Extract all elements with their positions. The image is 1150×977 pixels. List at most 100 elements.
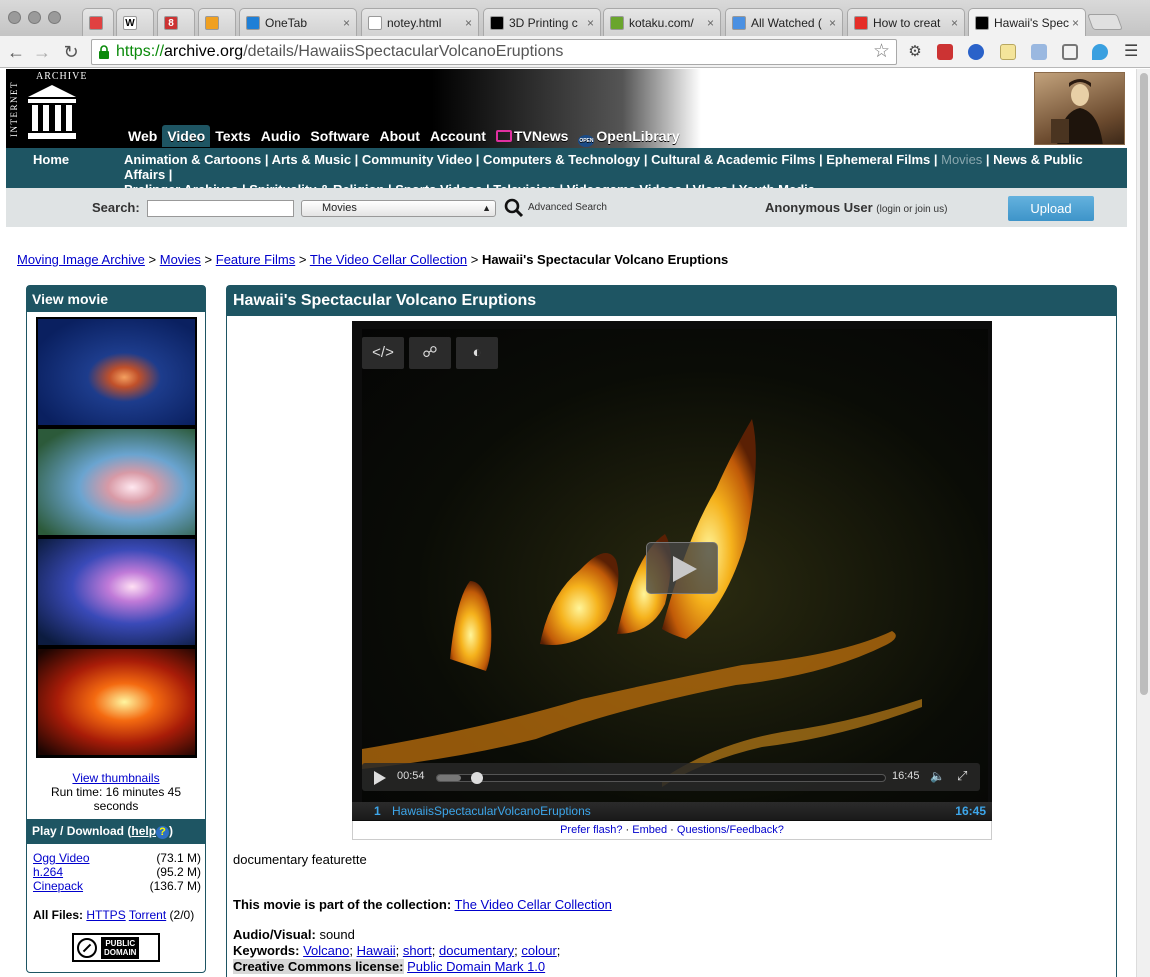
seek-bar[interactable] xyxy=(436,772,886,784)
volume-icon[interactable]: 🔈 xyxy=(930,769,945,783)
tab-close-icon[interactable]: × xyxy=(829,16,836,30)
browser-tab[interactable] xyxy=(82,8,114,36)
menu-icon[interactable]: ☰ xyxy=(1124,44,1140,60)
mode-toggle-icon[interactable]: ◐ xyxy=(456,337,498,369)
scrollbar-thumb[interactable] xyxy=(1140,73,1148,695)
keyword-link[interactable]: Volcano xyxy=(303,943,349,958)
breadcrumb-feature-films[interactable]: Feature Films xyxy=(216,252,295,267)
browser-tab[interactable]: OneTab × xyxy=(239,8,357,36)
browser-tab[interactable]: 8 xyxy=(157,8,195,36)
back-arrow-icon[interactable]: ← xyxy=(5,41,27,63)
all-files-torrent-link[interactable]: Torrent xyxy=(129,908,166,922)
category-movies-current[interactable]: Movies xyxy=(941,152,982,167)
login-join-link[interactable]: (login or join us) xyxy=(876,204,947,215)
public-domain-badge[interactable]: PUBLIC DOMAIN xyxy=(72,933,160,962)
breadcrumb-video-cellar[interactable]: The Video Cellar Collection xyxy=(310,252,467,267)
file-link-h264[interactable]: h.264 xyxy=(33,865,63,879)
tab-close-icon[interactable]: × xyxy=(1072,16,1079,30)
feedback-link[interactable]: Questions/Feedback? xyxy=(677,824,784,836)
circle-extension-icon[interactable] xyxy=(968,44,984,60)
new-tab-button[interactable] xyxy=(1087,14,1123,30)
nav-openlibrary[interactable]: OPEN OpenLibrary xyxy=(573,125,684,147)
tab-close-icon[interactable]: × xyxy=(465,16,472,30)
reload-icon[interactable]: ↻ xyxy=(60,41,82,63)
browser-tab[interactable]: All Watched (× xyxy=(725,8,843,36)
upload-button[interactable]: Upload xyxy=(1008,196,1094,221)
tab-close-icon[interactable]: × xyxy=(587,16,594,30)
window-close-button[interactable] xyxy=(8,11,21,24)
file-link-cinepack[interactable]: Cinepack xyxy=(33,879,83,893)
nav-software[interactable]: Software xyxy=(305,125,374,147)
big-play-button[interactable] xyxy=(646,542,718,594)
featured-portrait-image[interactable] xyxy=(1034,72,1125,145)
keywords-label: Keywords: xyxy=(233,943,300,958)
help-link[interactable]: help xyxy=(131,824,156,838)
page-scrollbar[interactable] xyxy=(1136,69,1150,977)
window-zoom-button[interactable] xyxy=(48,11,61,24)
bookmark-star-icon[interactable]: ☆ xyxy=(873,40,890,64)
search-input[interactable] xyxy=(147,200,294,217)
nav-about[interactable]: About xyxy=(375,125,425,147)
address-bar[interactable]: https://archive.org/details/HawaiisSpect… xyxy=(91,39,897,65)
browser-tab[interactable]: 3D Printing c × xyxy=(483,8,601,36)
embed-code-button[interactable]: </> xyxy=(362,337,404,369)
keyword-link[interactable]: documentary xyxy=(439,943,514,958)
video-player[interactable]: </> ☍ ◐ 00:54 16:45 🔈 ⤢ 1 HawaiisSpectac… xyxy=(352,321,992,821)
license-link[interactable]: Public Domain Mark 1.0 xyxy=(407,959,545,974)
browser-tab[interactable] xyxy=(198,8,236,36)
keyword-link[interactable]: Hawaii xyxy=(357,943,396,958)
thumbnail-2[interactable] xyxy=(38,429,195,535)
all-files-https-link[interactable]: HTTPS xyxy=(86,908,125,922)
browser-tab[interactable]: kotaku.com/ × xyxy=(603,8,721,36)
browser-tab-title: notey.html xyxy=(387,15,442,30)
y-extension-icon[interactable] xyxy=(1092,44,1108,60)
nav-home[interactable]: Home xyxy=(33,152,69,167)
browser-tab[interactable]: Hawaii's Spec × xyxy=(968,8,1086,36)
settings-gear-icon[interactable]: ⚙ xyxy=(907,44,923,60)
archive-header: INTERNET ARCHIVE Web Video Texts Audio S… xyxy=(6,69,1127,148)
nav-audio[interactable]: Audio xyxy=(256,125,306,147)
breadcrumb-moving-image-archive[interactable]: Moving Image Archive xyxy=(17,252,145,267)
internet-archive-logo[interactable]: INTERNET ARCHIVE xyxy=(6,69,116,148)
archive-icon xyxy=(975,15,989,30)
breadcrumb-movies[interactable]: Movies xyxy=(160,252,201,267)
nav-tvnews[interactable]: TVNews xyxy=(491,125,573,147)
file-link-ogg[interactable]: Ogg Video xyxy=(33,851,90,865)
prefer-flash-link[interactable]: Prefer flash? xyxy=(560,824,622,836)
seek-knob[interactable] xyxy=(471,772,483,784)
nav-video[interactable]: Video xyxy=(162,125,211,147)
question-icon[interactable]: ? xyxy=(156,826,170,839)
view-thumbnails-link[interactable]: View thumbnails xyxy=(27,771,205,785)
keyword-link[interactable]: colour xyxy=(521,943,556,958)
share-icon[interactable]: ☍ xyxy=(409,337,451,369)
nav-texts[interactable]: Texts xyxy=(210,125,256,147)
thumbnail-1[interactable] xyxy=(38,319,195,425)
tab-close-icon[interactable]: × xyxy=(343,16,350,30)
browser-tab[interactable]: W xyxy=(116,8,154,36)
keyword-link[interactable]: short xyxy=(403,943,432,958)
thumbnail-4[interactable] xyxy=(38,649,195,755)
search-scope-select[interactable]: Movies ▲ xyxy=(301,200,496,217)
notes-extension-icon[interactable] xyxy=(1000,44,1016,60)
browser-tab[interactable]: How to creat × xyxy=(847,8,965,36)
video-frame[interactable]: </> ☍ ◐ xyxy=(362,329,988,803)
screen-extension-icon[interactable] xyxy=(1031,44,1047,60)
nav-account[interactable]: Account xyxy=(425,125,491,147)
collection-link[interactable]: The Video Cellar Collection xyxy=(455,897,612,912)
cast-icon[interactable] xyxy=(1062,44,1078,60)
forward-arrow-icon[interactable]: → xyxy=(31,41,53,63)
playlist-item[interactable]: 1 HawaiisSpectacularVolcanoEruptions 16:… xyxy=(352,802,992,820)
browser-tab[interactable]: notey.html × xyxy=(361,8,479,36)
categories-line1[interactable]: Animation & Cartoons | Arts & Music | Co… xyxy=(124,152,941,167)
play-icon[interactable] xyxy=(374,771,386,785)
tab-close-icon[interactable]: × xyxy=(707,16,714,30)
advanced-search-link[interactable]: Advanced Search xyxy=(528,202,607,213)
search-icon[interactable] xyxy=(504,198,524,218)
fullscreen-icon[interactable]: ⤢ xyxy=(957,768,967,784)
thumbnail-3[interactable] xyxy=(38,539,195,645)
embed-link[interactable]: Embed xyxy=(632,824,667,836)
window-minimize-button[interactable] xyxy=(28,11,41,24)
tab-close-icon[interactable]: × xyxy=(951,16,958,30)
nav-web[interactable]: Web xyxy=(123,125,162,147)
ninja-extension-icon[interactable] xyxy=(937,44,953,60)
